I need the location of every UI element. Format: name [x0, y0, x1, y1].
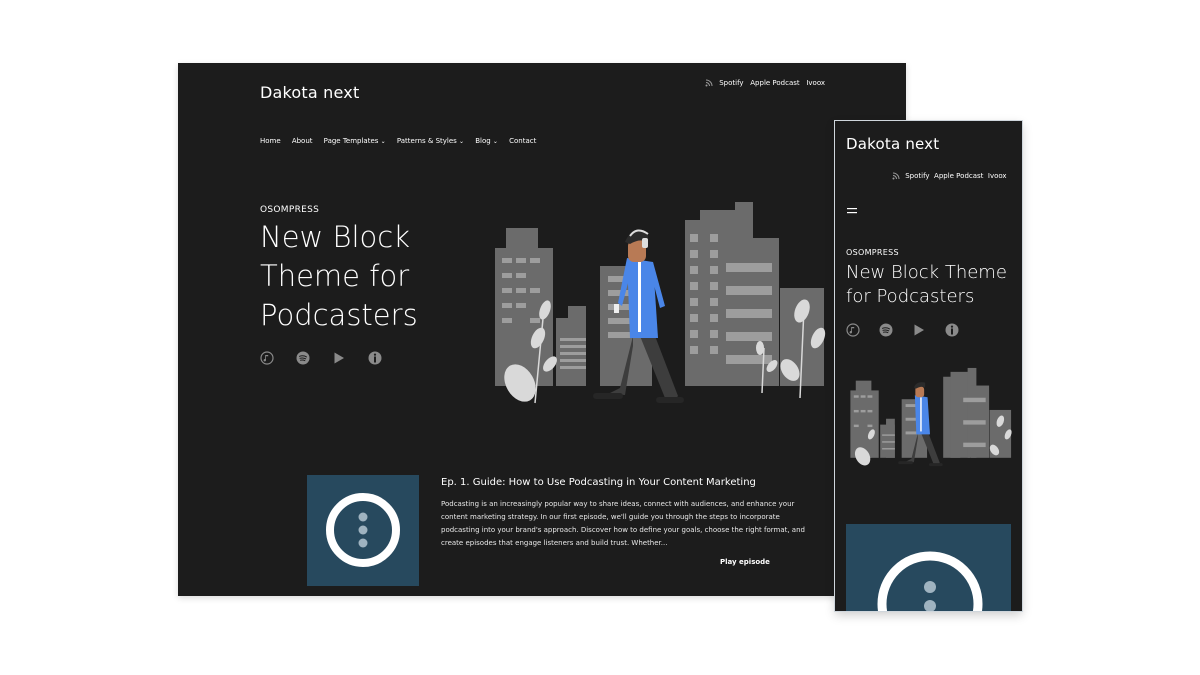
spotify-icon[interactable] [296, 350, 310, 365]
site-title[interactable]: Dakota next [846, 135, 939, 153]
podcaster-city-illustration [495, 202, 826, 404]
top-link-spotify[interactable]: Spotify [905, 172, 929, 180]
play-episode-button[interactable]: Play episode [720, 558, 770, 566]
site-title[interactable]: Dakota next [260, 83, 359, 102]
rss-icon [892, 172, 900, 180]
top-link-ivoox[interactable]: Ivoox [988, 172, 1007, 180]
hero-title-line: for Podcasters [846, 286, 975, 307]
nav-home[interactable]: Home [260, 137, 281, 145]
hero-kicker: OSOMPRESS [260, 205, 320, 215]
top-link-apple-podcast[interactable]: Apple Podcast [934, 172, 983, 180]
top-link-apple-podcast[interactable]: Apple Podcast [750, 79, 799, 87]
rss-icon [705, 79, 713, 87]
top-links: Spotify Apple Podcast Ivoox [705, 79, 825, 87]
hero-title-line: Theme for [260, 259, 410, 293]
excerpt-line: create episodes that engage listeners an… [441, 539, 668, 547]
nav-patterns-styles-label: Patterns & Styles [396, 137, 457, 145]
apple-podcasts-icon[interactable] [260, 350, 274, 365]
excerpt-line: Podcasting is an increasingly popular wa… [441, 500, 795, 508]
hero-title: New Block Theme for Podcasters [846, 261, 1007, 309]
hero-title-line: New Block [260, 220, 410, 254]
hero-title-line: Podcasters [260, 298, 418, 332]
google-play-icon[interactable] [332, 350, 346, 364]
hamburger-menu-icon[interactable] [847, 199, 857, 218]
platform-icons [846, 322, 959, 341]
spotify-icon[interactable] [879, 322, 893, 337]
nav-page-templates[interactable]: Page Templates ⌄ [324, 137, 386, 145]
hero-kicker: OSOMPRESS [846, 248, 899, 257]
nav-blog-label: Blog [475, 137, 491, 145]
chevron-down-icon: ⌄ [459, 138, 465, 145]
ivoox-icon[interactable] [945, 322, 959, 337]
top-link-spotify[interactable]: Spotify [719, 79, 743, 87]
excerpt-line: content marketing strategy. In our first… [441, 513, 780, 521]
episode-excerpt: Podcasting is an increasingly popular wa… [441, 498, 805, 550]
episode-thumbnail[interactable] [307, 475, 419, 586]
episode-thumbnail[interactable] [846, 524, 1011, 611]
main-nav: Home About Page Templates ⌄ Patterns & S… [260, 137, 536, 145]
ivoox-icon[interactable] [368, 350, 382, 365]
google-play-icon[interactable] [912, 322, 926, 336]
desktop-preview: Dakota next Spotify Apple Podcast Ivoox … [178, 63, 906, 596]
chevron-down-icon: ⌄ [380, 138, 386, 145]
hero-title-line: New Block Theme [846, 262, 1007, 283]
platform-icons [260, 350, 399, 369]
nav-contact[interactable]: Contact [509, 137, 536, 145]
nav-blog[interactable]: Blog ⌄ [475, 137, 498, 145]
hero-title: New Block Theme for Podcasters [260, 218, 418, 335]
top-links: Spotify Apple Podcast Ivoox [892, 172, 1007, 180]
top-link-ivoox[interactable]: Ivoox [806, 79, 825, 87]
podcaster-city-illustration [850, 367, 1012, 467]
excerpt-line: podcasting into your brand's approach. D… [441, 526, 805, 534]
apple-podcasts-icon[interactable] [846, 322, 860, 337]
chevron-down-icon: ⌄ [492, 138, 498, 145]
episode-title[interactable]: Ep. 1. Guide: How to Use Podcasting in Y… [441, 477, 756, 488]
mobile-preview: Dakota next Spotify Apple Podcast Ivoox … [835, 121, 1022, 611]
nav-page-templates-label: Page Templates [323, 137, 379, 145]
nav-patterns-styles[interactable]: Patterns & Styles ⌄ [397, 137, 464, 145]
nav-about[interactable]: About [292, 137, 313, 145]
